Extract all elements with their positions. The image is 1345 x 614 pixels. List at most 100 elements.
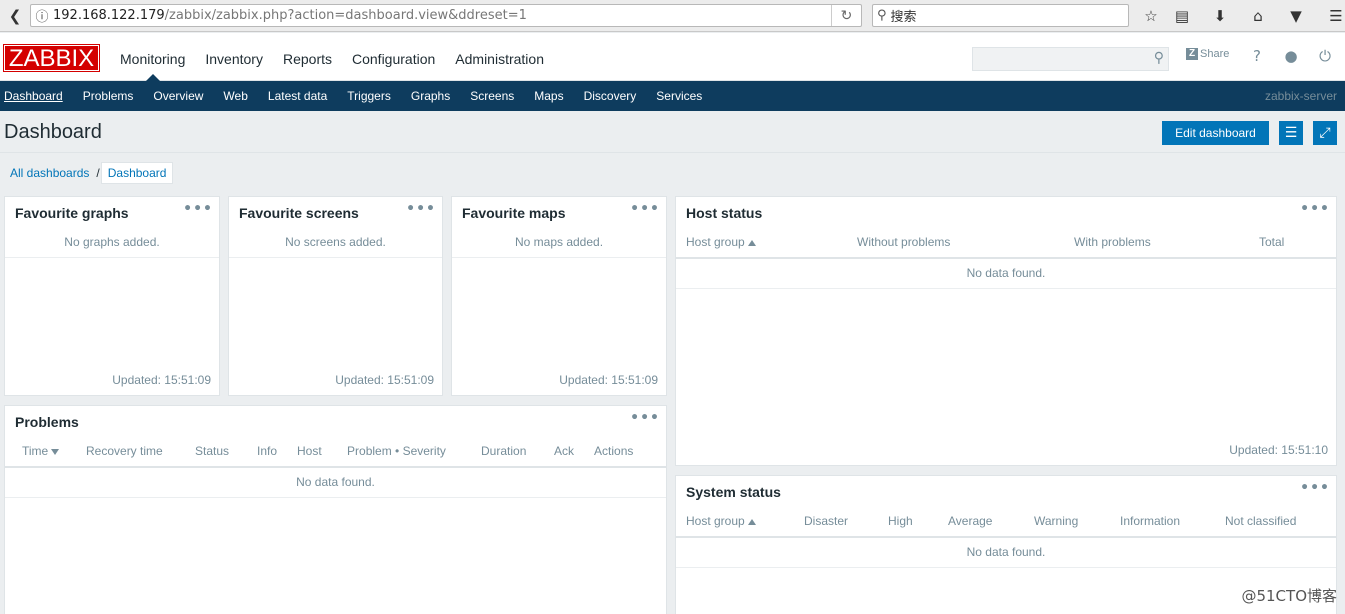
empty-message: No graphs added.: [5, 227, 219, 258]
updated-time: Updated: 15:51:09: [112, 373, 211, 387]
col-host-group[interactable]: Host group: [676, 227, 847, 259]
col-label: Host group: [686, 514, 745, 528]
widget-menu-icon[interactable]: •••: [1300, 201, 1330, 217]
breadcrumb-all-dashboards[interactable]: All dashboards: [4, 166, 95, 180]
col-high: High: [878, 506, 938, 538]
host-status-table: Host group Without problems With problem…: [676, 227, 1336, 289]
col-host-group[interactable]: Host group: [676, 506, 794, 538]
search-icon[interactable]: ⚲: [1154, 50, 1164, 66]
widget-title: Favourite screens: [239, 205, 359, 221]
reading-list-icon[interactable]: ▤: [1170, 5, 1194, 27]
widget-favourite-maps: Favourite maps ••• No maps added. Update…: [451, 196, 667, 396]
widget-title: System status: [686, 484, 781, 500]
widget-host-status: Host status ••• Host group Without probl…: [675, 196, 1337, 466]
submenu-triggers[interactable]: Triggers: [337, 81, 401, 111]
widget-header: Host status •••: [676, 197, 1336, 227]
col-host: Host: [287, 436, 338, 468]
bookmark-star-icon[interactable]: ☆: [1139, 5, 1163, 27]
edit-dashboard-button[interactable]: Edit dashboard: [1162, 121, 1269, 145]
global-search-input[interactable]: ⚲: [972, 47, 1169, 71]
submenu-problems[interactable]: Problems: [73, 81, 144, 111]
dashboard-actions-button[interactable]: ☰: [1279, 121, 1303, 145]
sort-desc-icon: [51, 449, 60, 455]
submenu-maps[interactable]: Maps: [524, 81, 573, 111]
share-icon: Z: [1186, 48, 1198, 60]
col-problem-severity[interactable]: Problem • Severity: [337, 436, 472, 468]
col-total: Total: [1249, 227, 1336, 259]
system-status-table: Host group Disaster High Average Warning…: [676, 506, 1336, 568]
col-recovery-time: Recovery time: [76, 436, 185, 468]
widget-menu-icon[interactable]: •••: [630, 201, 660, 217]
no-data-message: No data found.: [5, 467, 666, 498]
widget-problems: Problems ••• Time Recovery time Status I…: [4, 405, 667, 614]
widget-menu-icon[interactable]: •••: [1300, 480, 1330, 496]
watermark: @51CTO博客: [1241, 587, 1337, 605]
browser-search-input[interactable]: ⚲ 搜索: [872, 4, 1129, 27]
no-data-message: No data found.: [676, 258, 1336, 289]
widget-header: System status •••: [676, 476, 1336, 506]
browser-toolbar: ❮ ⓘ 192.168.122.179/zabbix/zabbix.php?ac…: [0, 0, 1345, 32]
widget-favourite-screens: Favourite screens ••• No screens added. …: [228, 196, 443, 396]
address-bar[interactable]: ⓘ 192.168.122.179/zabbix/zabbix.php?acti…: [30, 4, 862, 27]
empty-message: No screens added.: [229, 227, 442, 258]
user-profile-icon[interactable]: ●: [1281, 47, 1301, 67]
hamburger-menu-icon[interactable]: ☰: [1324, 5, 1345, 27]
table-row: No data found.: [676, 537, 1336, 568]
table-row: No data found.: [5, 467, 666, 498]
submenu-latest-data[interactable]: Latest data: [258, 81, 337, 111]
menu-reports[interactable]: Reports: [273, 33, 342, 81]
fullscreen-button[interactable]: ⤢: [1313, 121, 1337, 145]
submenu-discovery[interactable]: Discovery: [574, 81, 647, 111]
col-without-problems: Without problems: [847, 227, 1064, 259]
submenu-overview[interactable]: Overview: [143, 81, 213, 111]
share-button[interactable]: Z Share: [1186, 48, 1229, 60]
submenu-dashboard[interactable]: Dashboard: [0, 81, 73, 111]
submenu-web[interactable]: Web: [213, 81, 257, 111]
widget-header: Favourite screens •••: [229, 197, 442, 227]
menu-configuration[interactable]: Configuration: [342, 33, 445, 81]
widget-menu-icon[interactable]: •••: [630, 410, 660, 426]
server-name: zabbix-server: [1264, 89, 1337, 103]
sign-out-icon[interactable]: ⏻: [1315, 47, 1335, 67]
sub-menu: Dashboard Problems Overview Web Latest d…: [0, 81, 1345, 111]
breadcrumb-dashboard[interactable]: Dashboard: [100, 162, 174, 184]
widget-system-status: System status ••• Host group Disaster Hi…: [675, 475, 1337, 614]
share-label: Share: [1200, 48, 1230, 60]
col-duration: Duration: [471, 436, 545, 468]
divider: [0, 152, 1345, 153]
breadcrumb: All dashboards / Dashboard: [4, 162, 174, 184]
widget-header: Problems •••: [5, 406, 666, 436]
submenu-graphs[interactable]: Graphs: [401, 81, 460, 111]
submenu-services[interactable]: Services: [646, 81, 712, 111]
fullscreen-icon: ⤢: [1319, 125, 1331, 141]
url-text: 192.168.122.179/zabbix/zabbix.php?action…: [53, 8, 527, 23]
table-header-row: Host group Without problems With problem…: [676, 227, 1336, 259]
back-icon[interactable]: ❮: [3, 4, 27, 28]
submenu-screens[interactable]: Screens: [460, 81, 524, 111]
url-path: /zabbix/zabbix.php?action=dashboard.view…: [164, 8, 527, 23]
table-header-row: Host group Disaster High Average Warning…: [676, 506, 1336, 538]
widget-menu-icon[interactable]: •••: [183, 201, 213, 217]
menu-inventory[interactable]: Inventory: [195, 33, 273, 81]
widget-menu-icon[interactable]: •••: [406, 201, 436, 217]
zabbix-logo[interactable]: ZABBIX: [3, 44, 100, 72]
widget-favourite-graphs: Favourite graphs ••• No graphs added. Up…: [4, 196, 220, 396]
download-icon[interactable]: ⬇: [1208, 5, 1232, 27]
menu-administration[interactable]: Administration: [445, 33, 554, 81]
widget-title: Favourite maps: [462, 205, 566, 221]
menu-monitoring[interactable]: Monitoring: [110, 33, 195, 81]
help-icon[interactable]: ?: [1247, 47, 1267, 67]
updated-time: Updated: 15:51:10: [1229, 443, 1328, 457]
sort-asc-icon: [747, 240, 756, 246]
col-ack: Ack: [544, 436, 585, 468]
pocket-icon[interactable]: ▼: [1284, 5, 1308, 27]
col-time[interactable]: Time: [5, 436, 76, 468]
home-icon[interactable]: ⌂: [1246, 5, 1270, 27]
info-icon[interactable]: ⓘ: [31, 6, 53, 25]
col-information: Information: [1110, 506, 1215, 538]
col-label: Time: [22, 444, 49, 458]
list-icon: ☰: [1284, 125, 1298, 141]
sort-asc-icon: [747, 519, 756, 525]
widget-header: Favourite graphs •••: [5, 197, 219, 227]
reload-icon[interactable]: ↻: [831, 5, 861, 26]
